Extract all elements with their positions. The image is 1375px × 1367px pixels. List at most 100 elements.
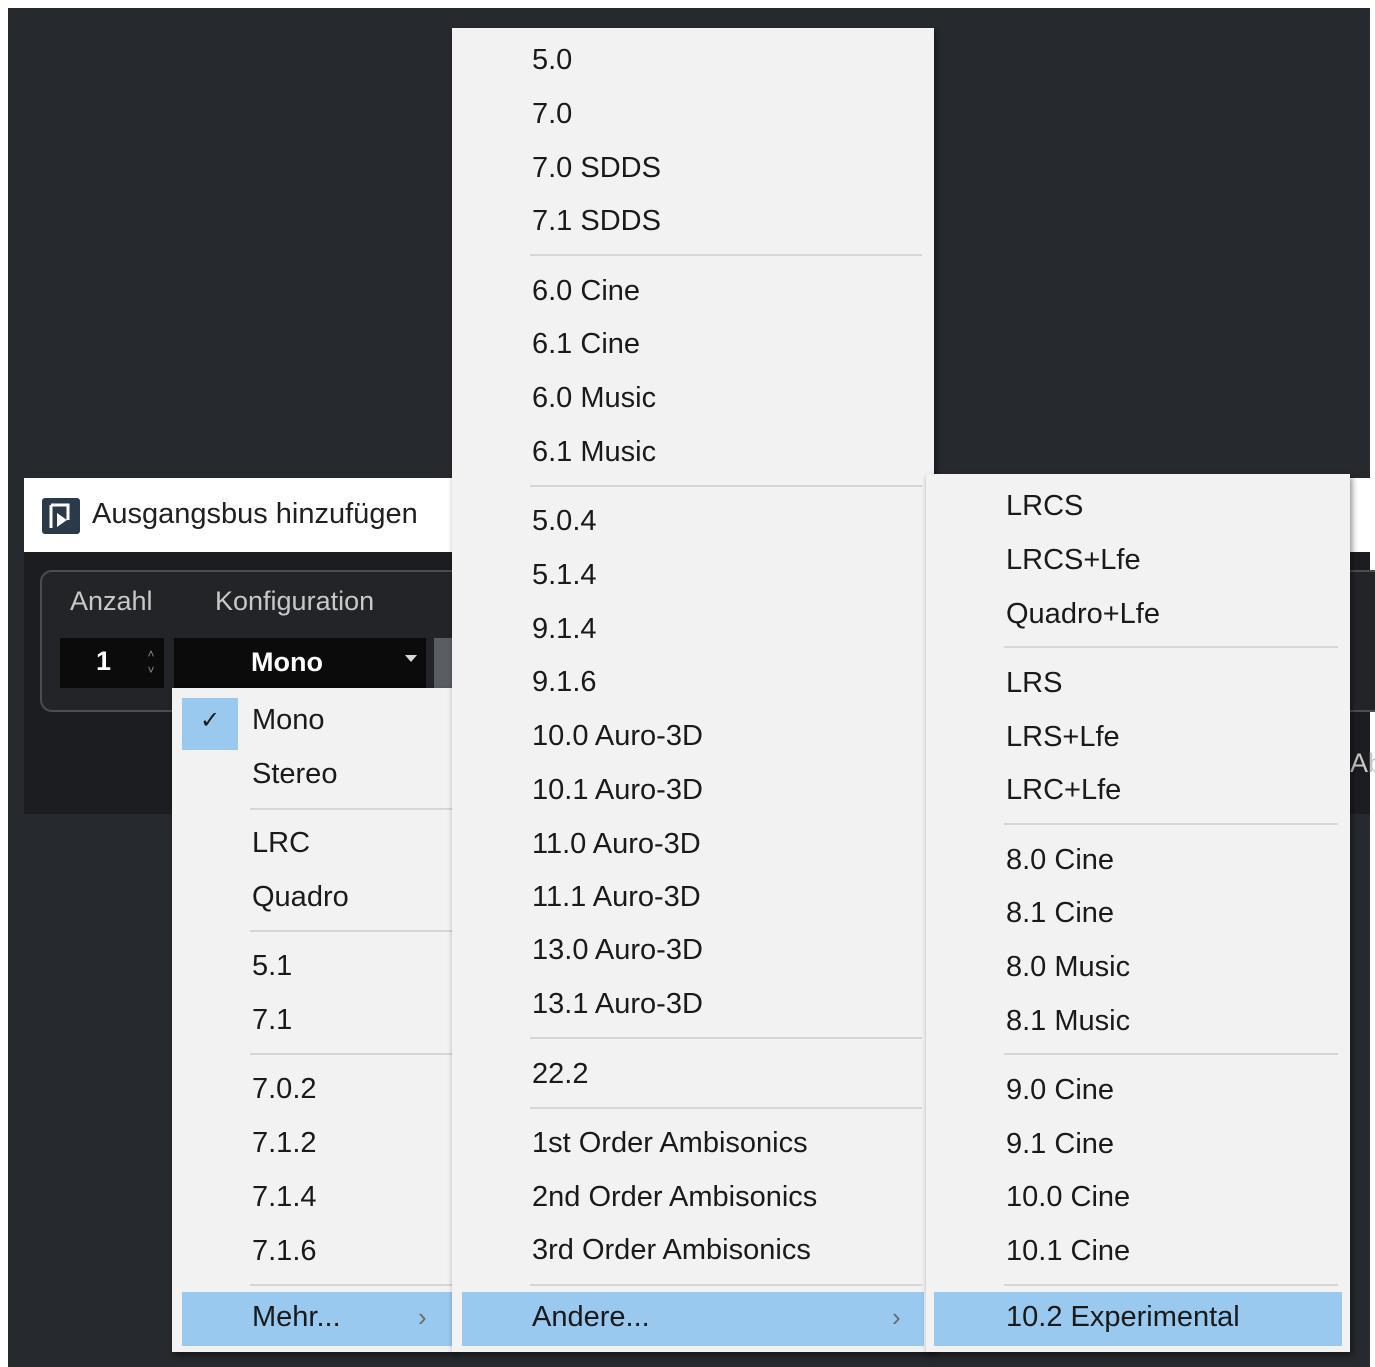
menu-item-8-0-cine[interactable]: 8.0 Cine <box>926 838 1350 888</box>
menu-item-7-0[interactable]: 7.0 <box>452 92 934 142</box>
menu-item-7-1[interactable]: 7.1 <box>172 998 454 1048</box>
menu-item-6-1-music[interactable]: 6.1 Music <box>452 430 934 480</box>
menu-item-label: LRC <box>252 827 311 859</box>
menu-item-5-1[interactable]: 5.1 <box>172 944 454 994</box>
hidden-button[interactable] <box>434 638 454 688</box>
menu-item-label: 13.1 Auro-3D <box>532 988 703 1020</box>
menu-item-label: Mono <box>252 704 325 736</box>
menu-item-8-0-music[interactable]: 8.0 Music <box>926 945 1350 995</box>
menu-item-label: Quadro <box>252 881 349 913</box>
menu-item-5-0-4[interactable]: 5.0.4 <box>452 499 934 549</box>
menu-item-label: 22.2 <box>532 1058 589 1090</box>
menu-item-label: 5.1.4 <box>532 559 597 591</box>
menu-separator <box>250 1053 454 1055</box>
menu-separator <box>250 808 454 810</box>
menu-item-9-1-4[interactable]: 9.1.4 <box>452 607 934 657</box>
app-logo-icon <box>42 498 80 534</box>
menu-item-label: 9.0 Cine <box>1006 1074 1115 1106</box>
menu-item-9-0-cine[interactable]: 9.0 Cine <box>926 1068 1350 1118</box>
menu-item-label: Mehr... <box>252 1301 341 1333</box>
menu-item-lrs[interactable]: LRS <box>926 661 1350 711</box>
menu-separator <box>530 1284 922 1286</box>
configuration-select[interactable]: Mono <box>174 638 426 688</box>
other-configurations-menu: LRCS LRCS+Lfe Quadro+Lfe LRS LRS+Lfe LRC… <box>926 474 1350 1352</box>
menu-item-label: 5.1 <box>252 950 293 982</box>
menu-item-label: 10.0 Cine <box>1006 1181 1131 1213</box>
menu-item-7-1-2[interactable]: 7.1.2 <box>172 1121 454 1171</box>
menu-item-22-2[interactable]: 22.2 <box>452 1052 934 1102</box>
menu-item-7-0-sdds[interactable]: 7.0 SDDS <box>452 146 934 196</box>
menu-item-10-1-auro-3d[interactable]: 10.1 Auro-3D <box>452 768 934 818</box>
menu-item-lrcs[interactable]: LRCS <box>926 484 1350 534</box>
menu-item-7-1-6[interactable]: 7.1.6 <box>172 1229 454 1279</box>
menu-item-label: 10.0 Auro-3D <box>532 720 703 752</box>
menu-item-13-1-auro-3d[interactable]: 13.1 Auro-3D <box>452 982 934 1032</box>
menu-item-13-0-auro-3d[interactable]: 13.0 Auro-3D <box>452 928 934 978</box>
menu-item-6-1-cine[interactable]: 6.1 Cine <box>452 322 934 372</box>
menu-item-quadro[interactable]: Quadro <box>172 875 454 925</box>
chevron-right-icon: › <box>418 1302 427 1332</box>
menu-item-label: 7.1 SDDS <box>532 205 661 237</box>
menu-item-2nd-order-ambisonics[interactable]: 2nd Order Ambisonics <box>452 1175 934 1225</box>
menu-item-10-0-auro-3d[interactable]: 10.0 Auro-3D <box>452 714 934 764</box>
menu-item-lrs-lfe[interactable]: LRS+Lfe <box>926 715 1350 765</box>
menu-separator <box>530 1107 922 1109</box>
menu-item-6-0-music[interactable]: 6.0 Music <box>452 376 934 426</box>
menu-item-label: 5.0 <box>532 44 573 76</box>
menu-item-label: 8.0 Cine <box>1006 844 1115 876</box>
menu-item-9-1-cine[interactable]: 9.1 Cine <box>926 1122 1350 1172</box>
menu-item-lrc-lfe[interactable]: LRC+Lfe <box>926 768 1350 818</box>
menu-item-label: LRS <box>1006 667 1063 699</box>
more-configurations-menu: 5.0 7.0 7.0 SDDS 7.1 SDDS 6.0 Cine 6.1 C… <box>452 28 934 1352</box>
menu-item-11-0-auro-3d[interactable]: 11.0 Auro-3D <box>452 822 934 872</box>
menu-item-label: LRCS+Lfe <box>1006 544 1141 576</box>
menu-item-label: 7.0.2 <box>252 1073 317 1105</box>
chevron-right-icon: › <box>892 1302 901 1332</box>
menu-item-8-1-music[interactable]: 8.1 Music <box>926 999 1350 1049</box>
menu-item-8-1-cine[interactable]: 8.1 Cine <box>926 891 1350 941</box>
menu-item-label: LRCS <box>1006 490 1084 522</box>
menu-item-label: 7.0 <box>532 98 573 130</box>
menu-item-10-2-experimental[interactable]: 10.2 Experimental <box>926 1292 1350 1346</box>
menu-item-5-1-4[interactable]: 5.1.4 <box>452 553 934 603</box>
stepper-arrows-icon[interactable]: ˄ ˅ <box>144 646 158 682</box>
menu-item-lrc[interactable]: LRC <box>172 821 454 871</box>
menu-item-label: 13.0 Auro-3D <box>532 934 703 966</box>
menu-separator <box>530 254 922 256</box>
menu-separator <box>1004 1053 1338 1055</box>
menu-item-label: 8.1 Music <box>1006 1005 1131 1037</box>
menu-item-quadro-lfe[interactable]: Quadro+Lfe <box>926 592 1350 642</box>
menu-item-label: Andere... <box>532 1301 650 1333</box>
menu-item-3rd-order-ambisonics[interactable]: 3rd Order Ambisonics <box>452 1228 934 1278</box>
menu-item-label: 9.1.4 <box>532 613 597 645</box>
menu-item-label: 11.0 Auro-3D <box>532 828 701 860</box>
menu-item-9-1-6[interactable]: 9.1.6 <box>452 660 934 710</box>
menu-item-label: 5.0.4 <box>532 505 597 537</box>
menu-separator <box>530 485 922 487</box>
count-stepper[interactable]: 1 ˄ ˅ <box>60 638 164 688</box>
check-icon: ✓ <box>200 707 221 734</box>
menu-item-mono[interactable]: ✓ Mono <box>172 698 454 750</box>
menu-item-stereo[interactable]: Stereo <box>172 752 454 802</box>
menu-item-10-0-cine[interactable]: 10.0 Cine <box>926 1175 1350 1225</box>
menu-item-label: 8.1 Cine <box>1006 897 1115 929</box>
check-mark: ✓ <box>182 698 238 750</box>
menu-item-label: Stereo <box>252 758 338 790</box>
menu-item-7-1-sdds[interactable]: 7.1 SDDS <box>452 199 934 249</box>
partial-button-label[interactable]: Ab <box>1350 748 1375 779</box>
menu-separator <box>1004 823 1338 825</box>
menu-item-label: 10.1 Cine <box>1006 1235 1131 1267</box>
menu-item-7-1-4[interactable]: 7.1.4 <box>172 1175 454 1225</box>
menu-item-label: 7.0 SDDS <box>532 152 661 184</box>
menu-item-andere[interactable]: Andere... › <box>452 1292 934 1346</box>
menu-item-lrcs-lfe[interactable]: LRCS+Lfe <box>926 538 1350 588</box>
menu-item-7-0-2[interactable]: 7.0.2 <box>172 1067 454 1117</box>
menu-item-10-1-cine[interactable]: 10.1 Cine <box>926 1229 1350 1279</box>
menu-item-5-0[interactable]: 5.0 <box>452 38 934 88</box>
menu-item-label: 11.1 Auro-3D <box>532 881 701 913</box>
menu-item-11-1-auro-3d[interactable]: 11.1 Auro-3D <box>452 875 934 925</box>
count-value: 1 <box>96 646 112 676</box>
menu-item-mehr[interactable]: Mehr... › <box>172 1292 454 1346</box>
menu-item-1st-order-ambisonics[interactable]: 1st Order Ambisonics <box>452 1121 934 1171</box>
menu-item-6-0-cine[interactable]: 6.0 Cine <box>452 269 934 319</box>
